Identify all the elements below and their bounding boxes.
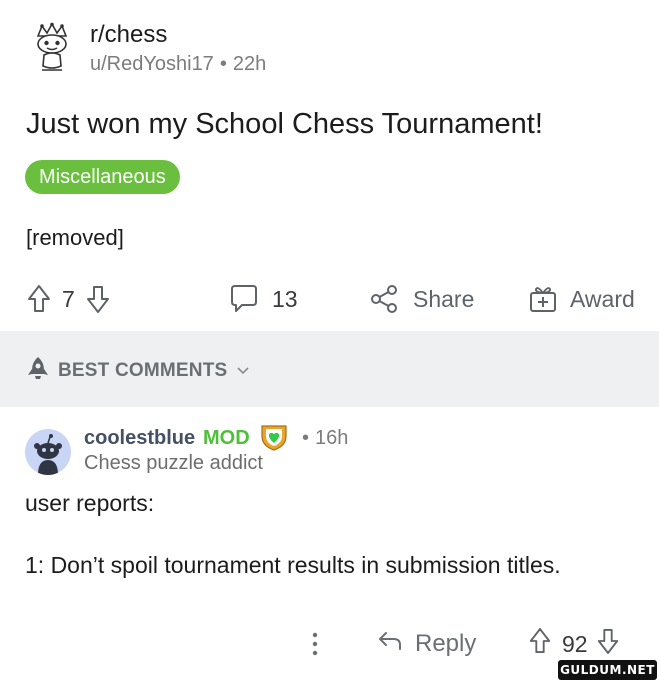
mod-label: MOD <box>203 427 250 449</box>
reply-icon <box>377 630 403 659</box>
share-icon <box>369 284 399 314</box>
award-button[interactable]: Award <box>528 276 635 322</box>
post-meta: u/RedYoshi17 • 22h <box>90 53 266 76</box>
comments-button[interactable]: 13 <box>228 276 298 322</box>
post-author[interactable]: u/RedYoshi17 <box>90 53 214 75</box>
downvote-icon[interactable] <box>85 284 111 314</box>
comment-username[interactable]: coolestblue <box>84 427 195 450</box>
comment-meta: • 16h <box>302 427 348 450</box>
mod-badge-icon <box>259 423 289 451</box>
separator-dot: • <box>219 53 227 75</box>
comment-body-line: user reports: <box>25 490 155 516</box>
share-label: Share <box>413 285 475 312</box>
post-header: r/chess u/RedYoshi17 • 22h <box>0 0 659 100</box>
post-age: 22h <box>232 53 267 75</box>
post-score: 7 <box>62 285 75 312</box>
chevron-down-icon <box>237 362 249 380</box>
sort-label: BEST COMMENTS <box>58 359 228 381</box>
comment-vote-control: 92 <box>528 624 620 664</box>
separator-dot: • <box>302 427 310 449</box>
post-action-bar: 7 13 Share Award <box>0 276 659 322</box>
comment-sort-dropdown[interactable]: BEST COMMENTS <box>26 355 249 386</box>
more-icon[interactable] <box>305 628 325 660</box>
share-button[interactable]: Share <box>369 276 474 322</box>
comment-icon <box>228 283 260 315</box>
comments-count: 13 <box>272 285 298 312</box>
post-vote-control: 7 <box>26 276 111 322</box>
subreddit-icon[interactable] <box>30 22 74 76</box>
comment-sort-bar: BEST COMMENTS <box>0 331 659 407</box>
post-body: [removed] <box>26 225 124 250</box>
reply-button[interactable]: Reply <box>377 624 476 664</box>
comment-user-flair: Chess puzzle addict <box>84 452 263 474</box>
comment-action-bar: Reply 92 <box>0 624 659 664</box>
watermark: GULDUM.NET <box>558 660 657 680</box>
comment-body-line: 1: Don’t spoil tournament results in sub… <box>25 552 561 578</box>
reply-label: Reply <box>415 630 477 657</box>
comment-age: 16h <box>315 427 349 449</box>
subreddit-name[interactable]: r/chess <box>90 21 167 49</box>
award-icon <box>528 284 558 314</box>
post-flair[interactable]: Miscellaneous <box>25 160 180 194</box>
upvote-icon[interactable] <box>528 627 552 661</box>
post-title[interactable]: Just won my School Chess Tournament! <box>26 108 543 141</box>
upvote-icon[interactable] <box>26 284 52 314</box>
comment-score: 92 <box>562 630 588 657</box>
sort-rocket-icon <box>26 355 50 386</box>
avatar-icon[interactable] <box>25 429 71 475</box>
comment: coolestblue MOD • 16h Chess puzzle addict… <box>0 407 659 680</box>
award-label: Award <box>570 285 635 312</box>
downvote-icon[interactable] <box>596 627 620 661</box>
